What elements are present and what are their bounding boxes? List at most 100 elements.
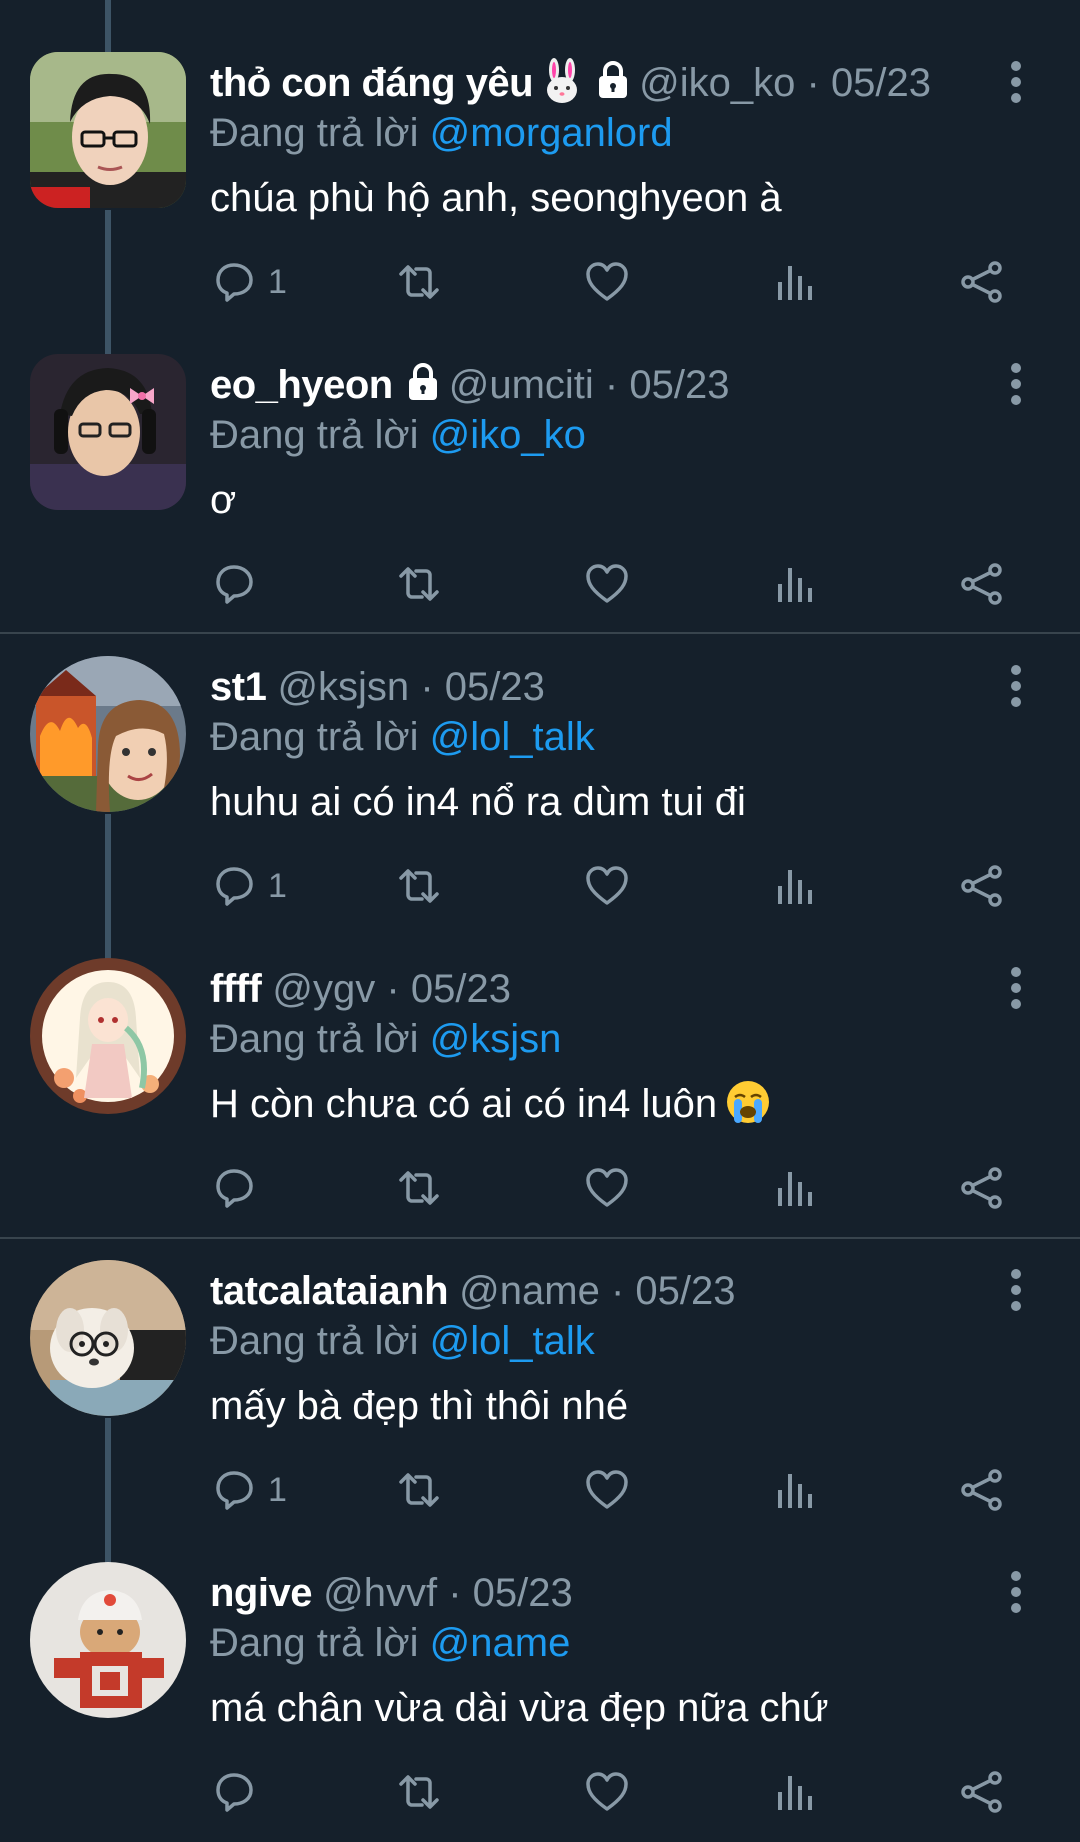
user-handle[interactable]: @ygv: [272, 967, 375, 1011]
views-button[interactable]: [770, 558, 818, 610]
like-button[interactable]: [583, 860, 631, 912]
mention-link[interactable]: @lol_talk: [430, 1319, 595, 1363]
tweet-header: eo_hyeon @umciti · 05/23: [210, 357, 729, 413]
tweet[interactable]: ffff @ygv · 05/23 Đang trả lời @ksjsn H …: [0, 906, 1080, 1209]
tweet-actions: [210, 1162, 1030, 1214]
retweet-button[interactable]: [395, 558, 443, 610]
reply-button[interactable]: 1: [210, 256, 287, 308]
avatar[interactable]: [30, 52, 186, 208]
share-button[interactable]: [958, 1464, 1006, 1516]
views-button[interactable]: [770, 860, 818, 912]
avatar[interactable]: [30, 1562, 186, 1718]
heart-icon: [586, 564, 628, 603]
like-button[interactable]: [583, 1162, 631, 1214]
avatar[interactable]: [30, 958, 186, 1114]
replying-to-label: Đang trả lời: [210, 1621, 419, 1665]
share-button[interactable]: [958, 1162, 1006, 1214]
tweet[interactable]: thỏ con đáng yêu @iko_ko · 05/23 Đang trả…: [0, 0, 1080, 303]
mention-link[interactable]: @name: [430, 1621, 571, 1665]
avatar-image: [30, 1562, 186, 1718]
share-icon: [961, 865, 1002, 907]
share-button[interactable]: [958, 1766, 1006, 1818]
replying-to: Đang trả lời @lol_talk: [210, 1316, 595, 1366]
like-button[interactable]: [583, 558, 631, 610]
tweet-date[interactable]: 05/23: [629, 363, 729, 407]
avatar-image: [30, 958, 186, 1114]
user-handle[interactable]: @hvvf: [323, 1571, 437, 1615]
share-icon: [961, 1771, 1002, 1813]
mention-link[interactable]: @lol_talk: [430, 715, 595, 759]
reply-button[interactable]: [210, 1162, 268, 1214]
retweet-button[interactable]: [395, 1162, 443, 1214]
display-name[interactable]: tatcalataianh: [210, 1269, 449, 1313]
more-vertical-icon[interactable]: [1006, 966, 1026, 1010]
mention-link[interactable]: @ksjsn: [430, 1017, 562, 1061]
like-button[interactable]: [583, 256, 631, 308]
user-handle[interactable]: @iko_ko: [639, 61, 795, 105]
retweet-button[interactable]: [395, 860, 443, 912]
tweet-date[interactable]: 05/23: [635, 1269, 735, 1313]
avatar[interactable]: [30, 354, 186, 510]
display-name[interactable]: st1: [210, 665, 267, 709]
avatar[interactable]: [30, 1260, 186, 1416]
retweet-icon: [399, 1473, 439, 1507]
display-name[interactable]: thỏ con đáng yêu: [210, 61, 534, 105]
reply-button[interactable]: [210, 558, 268, 610]
user-handle[interactable]: @ksjsn: [277, 665, 409, 709]
display-name[interactable]: ffff: [210, 967, 262, 1011]
mention-link[interactable]: @iko_ko: [430, 413, 586, 457]
user-handle[interactable]: @umciti: [449, 363, 594, 407]
reply-count: 1: [268, 866, 287, 905]
reply-icon: [216, 867, 253, 906]
avatar[interactable]: [30, 656, 186, 812]
reply-button[interactable]: 1: [210, 860, 287, 912]
display-name[interactable]: ngive: [210, 1571, 312, 1615]
tweet-actions: [210, 558, 1030, 610]
retweet-button[interactable]: [395, 256, 443, 308]
more-vertical-icon[interactable]: [1006, 60, 1026, 104]
views-button[interactable]: [770, 1464, 818, 1516]
views-icon: [778, 1474, 812, 1508]
separator: ·: [386, 967, 400, 1011]
tweet-date[interactable]: 05/23: [445, 665, 545, 709]
views-icon: [778, 266, 812, 300]
share-button[interactable]: [958, 860, 1006, 912]
tweet-text: má chân vừa dài vừa đẹp nữa chứ: [210, 1686, 829, 1730]
share-button[interactable]: [958, 256, 1006, 308]
like-button[interactable]: [583, 1766, 631, 1818]
retweet-icon: [399, 567, 439, 601]
share-icon: [961, 261, 1002, 303]
tweet[interactable]: tatcalataianh @name · 05/23 Đang trả lời…: [0, 1208, 1080, 1511]
more-vertical-icon[interactable]: [1006, 362, 1026, 406]
tweet-date[interactable]: 05/23: [473, 1571, 573, 1615]
retweet-button[interactable]: [395, 1766, 443, 1818]
more-vertical-icon[interactable]: [1006, 1268, 1026, 1312]
reply-button[interactable]: 1: [210, 1464, 287, 1516]
like-button[interactable]: [583, 1464, 631, 1516]
heart-icon: [586, 1470, 628, 1509]
tweet-date[interactable]: 05/23: [411, 967, 511, 1011]
views-button[interactable]: [770, 256, 818, 308]
tweet[interactable]: st1 @ksjsn · 05/23 Đang trả lời @lol_tal…: [0, 604, 1080, 907]
tweet-text: huhu ai có in4 nổ ra dùm tui đi: [210, 780, 746, 824]
reply-count: 1: [268, 262, 287, 301]
loudly-crying-emoji-icon: [727, 1081, 770, 1123]
tweet[interactable]: eo_hyeon @umciti · 05/23 Đang trả lời @ik…: [0, 302, 1080, 605]
more-vertical-icon[interactable]: [1006, 664, 1026, 708]
views-button[interactable]: [770, 1162, 818, 1214]
separator: ·: [610, 1269, 625, 1313]
tweet-date[interactable]: 05/23: [831, 61, 931, 105]
retweet-icon: [399, 1775, 439, 1809]
tweet-header: ffff @ygv · 05/23: [210, 961, 511, 1017]
tweet[interactable]: ngive @hvvf · 05/23 Đang trả lời @name m…: [0, 1510, 1080, 1813]
display-name[interactable]: eo_hyeon: [210, 363, 393, 407]
share-button[interactable]: [958, 558, 1006, 610]
views-button[interactable]: [770, 1766, 818, 1818]
retweet-button[interactable]: [395, 1464, 443, 1516]
reply-button[interactable]: [210, 1766, 268, 1818]
more-vertical-icon[interactable]: [1006, 1570, 1026, 1614]
tweet-actions: 1: [210, 860, 1030, 912]
tweet-text: H còn chưa có ai có in4 luôn: [210, 1078, 771, 1130]
mention-link[interactable]: @morganlord: [430, 111, 673, 155]
user-handle[interactable]: @name: [459, 1269, 600, 1313]
